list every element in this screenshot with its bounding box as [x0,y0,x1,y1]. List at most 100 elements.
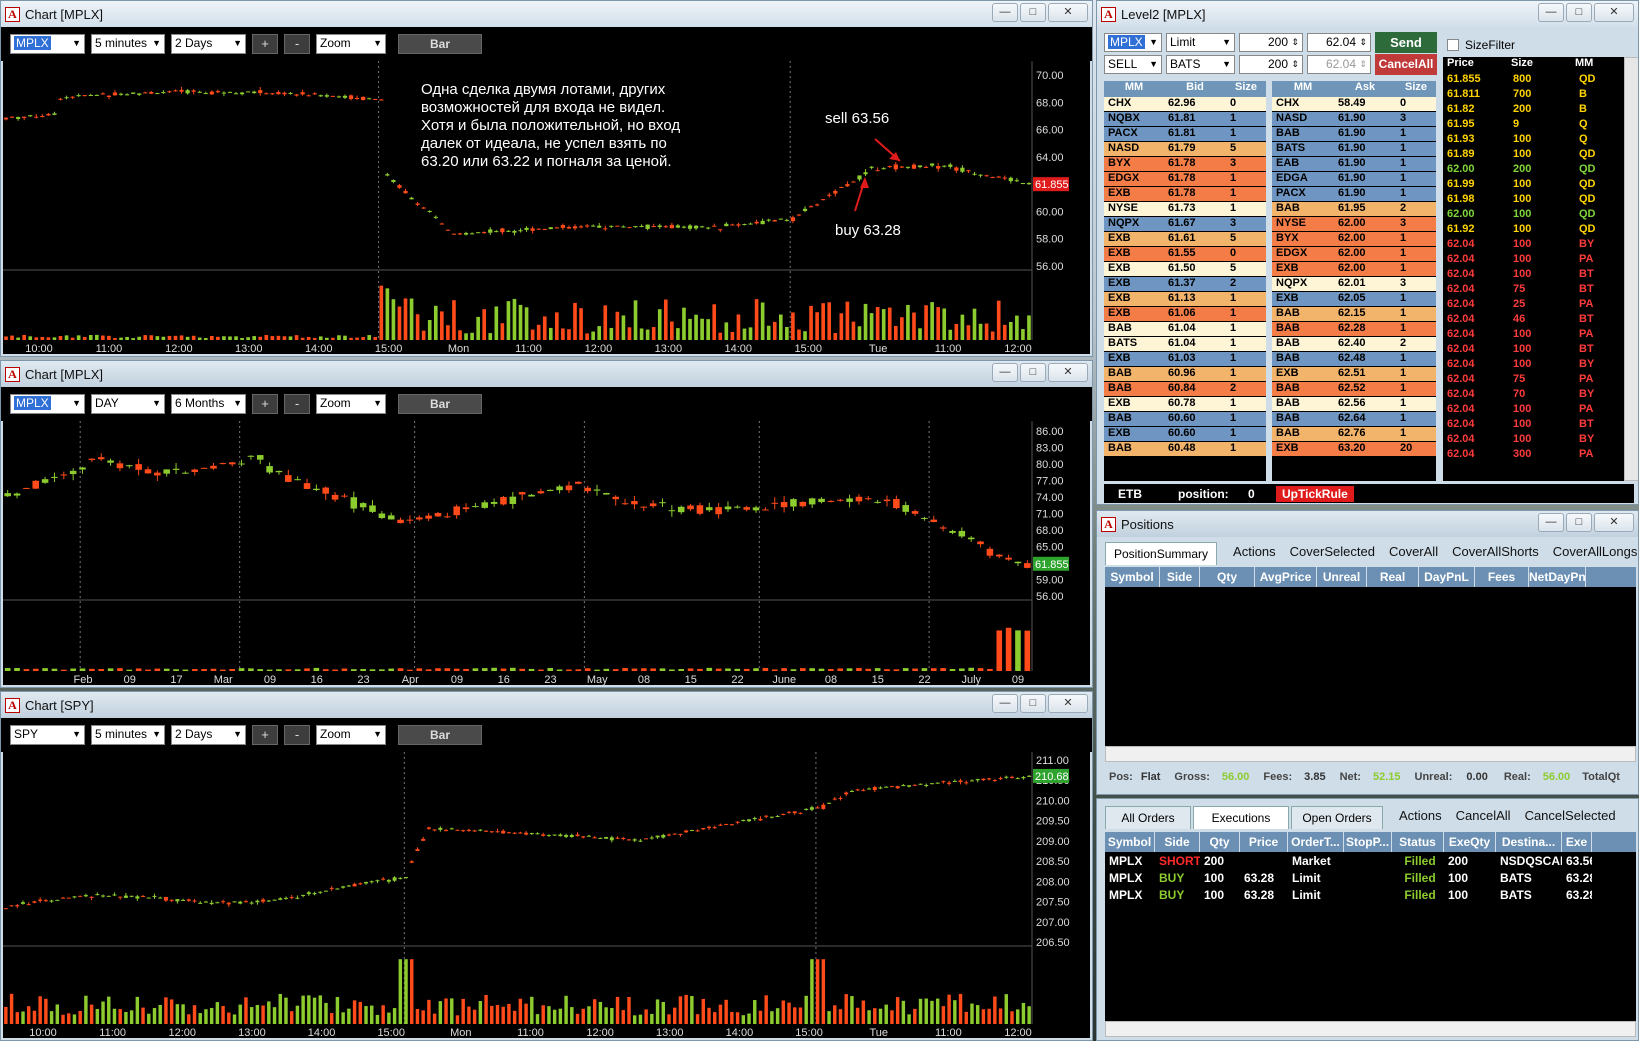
minimize-button[interactable]: — [992,3,1018,22]
quote-row[interactable]: BAB 62.15 1 [1272,307,1436,322]
quote-row[interactable]: EXB 61.03 1 [1104,352,1266,367]
column-header[interactable]: Bid [1164,81,1226,97]
quote-row[interactable]: PACX 61.90 1 [1272,187,1436,202]
column-header[interactable]: Size [1226,81,1266,97]
scrollbar[interactable] [1624,57,1638,481]
quote-row[interactable]: CHX 62.96 0 [1104,97,1266,112]
quote-row[interactable]: BAB 62.48 1 [1272,352,1436,367]
quote-row[interactable]: EXB 62.05 1 [1272,292,1436,307]
quote-row[interactable]: BATS 61.90 1 [1272,142,1436,157]
quote-row[interactable]: EXB 60.60 1 [1104,427,1266,442]
quote-row[interactable]: BAB 60.96 1 [1104,367,1266,382]
range-select[interactable]: 2 Days ▼ [171,725,246,745]
zoom-in-button[interactable]: + [252,725,278,745]
quote-row[interactable]: EXB 62.51 1 [1272,367,1436,382]
menu-cover-all[interactable]: CoverAll [1389,539,1438,565]
tab-executions[interactable]: Executions [1193,806,1289,829]
zoom-out-button[interactable]: - [284,34,310,54]
column-header[interactable]: Fees [1475,567,1529,587]
quote-row[interactable]: NYSE 61.73 1 [1104,202,1266,217]
quantity-stepper[interactable]: 200 ⇕ [1239,33,1303,52]
quote-row[interactable]: BAB 61.04 1 [1104,322,1266,337]
column-header[interactable]: Size [1503,57,1563,73]
price-chart-area[interactable]: 70.0068.0066.0064.0062.0060.0058.0056.00… [3,61,1090,354]
execution-row[interactable]: MPLX SHORT 200 Market Filled 200 NSDQSCAN 63.56 [1105,852,1636,869]
symbol-input[interactable]: SPY ▼ [10,725,85,745]
close-button[interactable]: ✕ [1048,3,1088,22]
column-header[interactable]: Destina... [1496,832,1562,852]
l2-symbol-input[interactable]: MPLX ▼ [1104,33,1162,52]
execution-row[interactable]: MPLX BUY 100 63.28 Limit Filled 100 BATS 63.28 [1105,886,1636,903]
title-bar[interactable]: A Chart [MPLX] — □ ✕ [1,1,1092,27]
title-bar[interactable]: A Chart [SPY] — □ ✕ [1,692,1092,718]
quote-row[interactable]: BAB 60.60 1 [1104,412,1266,427]
column-header[interactable]: AvgPrice [1255,567,1317,587]
zoom-in-button[interactable]: + [252,394,278,414]
column-header[interactable]: Status [1392,832,1444,852]
quote-row[interactable]: NASD 61.90 3 [1272,112,1436,127]
quote-row[interactable]: EXB 63.20 20 [1272,442,1436,457]
quantity2-stepper[interactable]: 200 ⇕ [1239,55,1303,74]
tab-position-summary[interactable]: PositionSummary [1105,542,1218,565]
route-select[interactable]: BATS ▼ [1166,55,1235,74]
menu-cancel-selected[interactable]: CancelSelected [1525,803,1616,829]
column-header[interactable]: Unreal [1317,567,1367,587]
menu-cover-selected[interactable]: CoverSelected [1290,539,1375,565]
column-header[interactable]: MM [1104,81,1164,97]
minimize-button[interactable]: — [992,363,1018,382]
quote-row[interactable]: NYSE 62.00 3 [1272,217,1436,232]
quote-row[interactable]: NQPX 61.67 3 [1104,217,1266,232]
quote-row[interactable]: BAB 60.84 2 [1104,382,1266,397]
quote-row[interactable]: EXB 61.78 1 [1104,187,1266,202]
menu-cancel-all[interactable]: CancelAll [1456,803,1511,829]
column-header[interactable]: Symbol [1105,567,1160,587]
column-header[interactable]: Size [1396,81,1436,97]
horizontal-scrollbar[interactable] [1105,746,1636,762]
quote-row[interactable]: BAB 61.95 2 [1272,202,1436,217]
quote-row[interactable]: BYX 61.78 3 [1104,157,1266,172]
quote-row[interactable]: CHX 58.49 0 [1272,97,1436,112]
column-header[interactable]: OrderT... [1288,832,1344,852]
column-header[interactable]: NetDayPnL [1529,567,1586,587]
column-header[interactable]: Qty [1200,832,1240,852]
quote-row[interactable]: BAB 62.76 1 [1272,427,1436,442]
minimize-button[interactable]: — [1538,3,1564,22]
title-bar[interactable]: A Level2 [MPLX] — □ ✕ [1097,1,1638,27]
quote-row[interactable]: BAB 62.64 1 [1272,412,1436,427]
close-button[interactable]: ✕ [1594,513,1634,532]
column-header[interactable]: StopP... [1344,832,1392,852]
price-stepper[interactable]: 62.04 ⇕ [1307,33,1371,52]
quote-row[interactable]: BAB 62.52 1 [1272,382,1436,397]
quote-row[interactable]: EXB 62.00 1 [1272,262,1436,277]
quote-row[interactable]: EXB 61.13 1 [1104,292,1266,307]
close-button[interactable]: ✕ [1048,363,1088,382]
quote-row[interactable]: BAB 60.48 1 [1104,442,1266,457]
quote-row[interactable]: EXB 61.61 5 [1104,232,1266,247]
quote-row[interactable]: EXB 60.78 1 [1104,397,1266,412]
quote-row[interactable]: NQBX 61.81 1 [1104,112,1266,127]
close-button[interactable]: ✕ [1594,3,1634,22]
menu-actions[interactable]: Actions [1233,539,1276,565]
maximize-button[interactable]: □ [1566,3,1592,22]
quote-row[interactable]: EXB 61.06 1 [1104,307,1266,322]
title-bar[interactable]: A Positions — □ ✕ [1097,511,1638,537]
maximize-button[interactable]: □ [1020,694,1046,713]
price-chart-area[interactable]: 86.00 83.00 80.00 77.00 74.00 71.00 68.00 65.00… [3,421,1090,685]
column-header[interactable]: Real [1367,567,1419,587]
column-header[interactable]: MM [1563,57,1613,73]
quote-row[interactable]: EXB 61.55 0 [1104,247,1266,262]
bar-type-button[interactable]: Bar [398,34,482,54]
price-chart-area[interactable]: 211.00210.50210.00209.50209.00208.50208.… [3,752,1090,1038]
zoom-select[interactable]: Zoom ▼ [316,394,386,414]
range-select[interactable]: 2 Days ▼ [171,34,246,54]
quote-row[interactable]: EAB 61.90 1 [1272,157,1436,172]
side-select[interactable]: SELL ▼ [1104,55,1162,74]
column-header[interactable]: Qty [1200,567,1255,587]
column-header[interactable]: ExeQty [1444,832,1496,852]
menu-cover-all-shorts[interactable]: CoverAllShorts [1452,539,1539,565]
column-header[interactable]: Symbol [1105,832,1155,852]
zoom-select[interactable]: Zoom ▼ [316,725,386,745]
column-header[interactable]: MM [1272,81,1334,97]
order-type-select[interactable]: Limit ▼ [1166,33,1235,52]
quote-row[interactable]: EDGA 61.90 1 [1272,172,1436,187]
